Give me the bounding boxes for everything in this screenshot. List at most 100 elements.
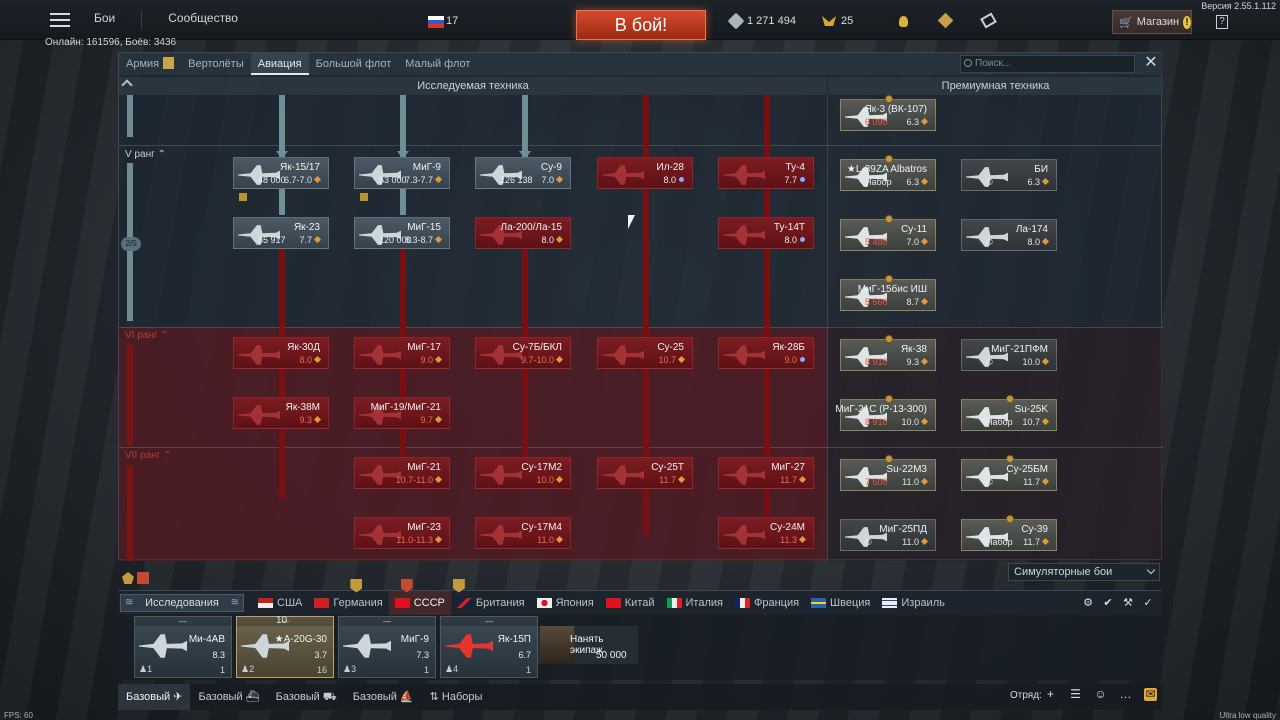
diamond-icon[interactable] (937, 12, 954, 29)
lions-balance[interactable]: 1 271 494 (727, 12, 796, 30)
game-mode-select[interactable]: Симуляторные бои (1008, 563, 1160, 581)
crew-slot[interactable]: — Ми-4АВ 8.3 ♟1 1 (134, 616, 232, 678)
tab-army[interactable]: Армия (119, 53, 181, 75)
premium-vehicle-card[interactable]: Su-25K Набор 10.7 (961, 395, 1057, 431)
premium-vehicle-card[interactable]: Ла-174 © 8.0 (961, 219, 1057, 251)
vehicle-card[interactable]: Су-25 10.7 (597, 337, 693, 369)
bulb-icon[interactable] (899, 16, 908, 27)
tab-coastal-fleet[interactable]: Малый флот (398, 53, 477, 75)
aircraft-icon (723, 465, 765, 485)
player-level[interactable]: 17 (446, 15, 458, 27)
close-icon[interactable]: ✕ (1143, 55, 1159, 71)
crew-slot[interactable]: — МиГ-9 7.3 ♟3 1 (338, 616, 436, 678)
menu-icon[interactable] (50, 12, 70, 27)
country-japan[interactable]: Япония (531, 591, 600, 616)
coupon-icon[interactable] (980, 12, 997, 29)
vehicle-card[interactable]: Су-25Т 11.7 (597, 457, 693, 489)
country-ussr[interactable]: СССР (388, 578, 451, 616)
premium-vehicle-card[interactable]: МиГ-21С (Р-13-300) 8 910 10.0 (835, 395, 936, 431)
to-battle-button[interactable]: В бой! (576, 10, 706, 40)
crew-slot[interactable]: — Як-15П 6.7 ♟4 1 (440, 616, 538, 678)
nav-community[interactable]: Сообщество (168, 11, 238, 29)
check-icon[interactable]: ✓ (1142, 597, 1154, 609)
search-input[interactable]: Поиск... (960, 55, 1135, 73)
preset-label: Базовый (126, 691, 171, 703)
vehicle-card[interactable]: Ла-200/Ла-15 8.0 (475, 217, 571, 249)
premium-icon (1006, 515, 1014, 523)
vehicle-card[interactable]: Су-7Б/БКЛ 9.7-10.0 (475, 337, 571, 369)
slot-top: — (339, 617, 435, 626)
premium-vehicle-card[interactable]: Су-39 Набор 11.7 (961, 515, 1057, 551)
chat-icon[interactable]: … (1119, 688, 1132, 701)
premium-vehicle-card[interactable]: Су-25БМ © 11.7 (961, 455, 1057, 491)
preset-boats[interactable]: Базовый ⛵ (345, 684, 422, 710)
vehicle-card[interactable]: МиГ-9 53 000 7.3-7.7 (354, 157, 450, 189)
premium-vehicle-card[interactable]: МиГ-25ПД © 11.0 (840, 519, 936, 551)
country-germany[interactable]: Германия (308, 578, 388, 616)
vehicle-card[interactable]: МиГ-21 10.7-11.0 (354, 457, 450, 489)
vehicle-card[interactable]: Ил-28 8.0 (597, 157, 693, 189)
country-britain[interactable]: Британия (451, 578, 531, 616)
vehicle-card[interactable]: Як-15/17 48 000 6.7-7.0 (233, 157, 329, 189)
country-badges (122, 572, 149, 584)
tab-helicopters[interactable]: Вертолёты (181, 53, 251, 75)
country-israel[interactable]: Израиль (876, 591, 950, 616)
vehicle-card[interactable]: МиГ-27 11.7 (718, 457, 814, 489)
country-france[interactable]: Франция (729, 591, 805, 616)
rank-7-label[interactable]: VII ранг ⌃ (125, 450, 171, 461)
rank-5-label[interactable]: V ранг ⌃ (125, 149, 166, 160)
battle-rating: 9.7 (420, 415, 443, 425)
eagles-balance[interactable]: 25 (822, 15, 853, 27)
vehicle-card[interactable]: Як-38М 9.3 (233, 397, 329, 429)
premium-vehicle-card[interactable]: Як-38 8 910 9.3 (840, 335, 936, 371)
mail-icon[interactable]: ✉ (1144, 688, 1157, 701)
gear-icon[interactable]: ⚙ (1082, 597, 1094, 609)
add-squad-icon[interactable]: + (1044, 688, 1057, 701)
vehicle-card[interactable]: Су-9 126 138 7.0 (475, 157, 571, 189)
wrench-check-icon[interactable]: ✔ (1102, 597, 1114, 609)
country-sweden[interactable]: Швеция (805, 591, 876, 616)
tab-aviation[interactable]: Авиация (250, 53, 309, 75)
vehicle-card[interactable]: МиГ-23 11.0-11.3 (354, 517, 450, 549)
research-button[interactable]: Исследования (120, 594, 244, 612)
tab-bluewater-fleet[interactable]: Большой флот (309, 53, 399, 75)
vehicle-card[interactable]: Як-30Д 8.0 (233, 337, 329, 369)
vehicle-card[interactable]: Ту-14Т 8.0 (718, 217, 814, 249)
eagles-value: 25 (841, 15, 854, 27)
friends-icon[interactable]: ☺ (1094, 688, 1107, 701)
premium-vehicle-card[interactable]: БИ © 6.3 (961, 159, 1057, 191)
vehicle-card[interactable]: МиГ-19/МиГ-21 9.7 (354, 397, 450, 429)
premium-vehicle-card[interactable]: Su-22M3 7 500 11.0 (840, 455, 936, 491)
preset-tanks[interactable]: Базовый ⛟ (268, 684, 345, 710)
vehicle-card[interactable]: МиГ-17 9.0 (354, 337, 450, 369)
vehicle-card[interactable]: МиГ-15 120 000 8.3-8.7 (354, 217, 450, 249)
hire-crew-button[interactable]: Нанять экипаж 50 000 (538, 626, 638, 664)
country-italy[interactable]: Италия (661, 591, 729, 616)
vehicle-name: МиГ-21С (Р-13-300) (835, 404, 927, 415)
shop-button[interactable]: 🛒 Магазин ! (1112, 10, 1192, 34)
premium-vehicle-card[interactable]: МиГ-15бис ИШ 5 560 8.7 (840, 275, 936, 311)
crew-number: ♟4 (445, 664, 459, 674)
preset-fighters[interactable]: Базовый ✈ (118, 684, 191, 710)
vehicle-card[interactable]: Ту-4 7.7 (718, 157, 814, 189)
rank-6-label[interactable]: VI ранг ⌃ (125, 330, 169, 341)
player-flag-icon[interactable] (428, 16, 444, 28)
premium-vehicle-card[interactable]: Су-11 5 480 7.0 (840, 215, 936, 251)
country-china[interactable]: Китай (600, 591, 661, 616)
vehicle-card[interactable]: Як-28Б 9.0 (718, 337, 814, 369)
country-usa[interactable]: США (252, 591, 308, 616)
vehicle-card[interactable]: Су-24М 11.3 (718, 517, 814, 549)
vehicle-card[interactable]: Як-23 65 917 7.7 (233, 217, 329, 249)
research-cost: 126 138 (500, 175, 533, 185)
preset-ships[interactable]: Базовый ⛴ (190, 684, 267, 710)
vehicle-card[interactable]: Су-17М4 11.0 (475, 517, 571, 549)
repair-all-icon[interactable]: ⚒ (1122, 597, 1134, 609)
preset-sets[interactable]: ⇅ Наборы (422, 684, 491, 710)
help-button[interactable]: ? (1216, 15, 1228, 29)
list-icon[interactable]: ☰ (1069, 688, 1082, 701)
premium-vehicle-card[interactable]: Як-3 (ВК-107) 6 090 6.3 (840, 95, 936, 131)
premium-vehicle-card[interactable]: МиГ-21ПФМ © 10.0 (961, 339, 1057, 371)
nav-battles[interactable]: Бои (94, 11, 115, 29)
vehicle-card[interactable]: Су-17М2 10.0 (475, 457, 571, 489)
premium-vehicle-card[interactable]: ★L-39ZA Albatros Набор 6.3 (840, 155, 936, 191)
